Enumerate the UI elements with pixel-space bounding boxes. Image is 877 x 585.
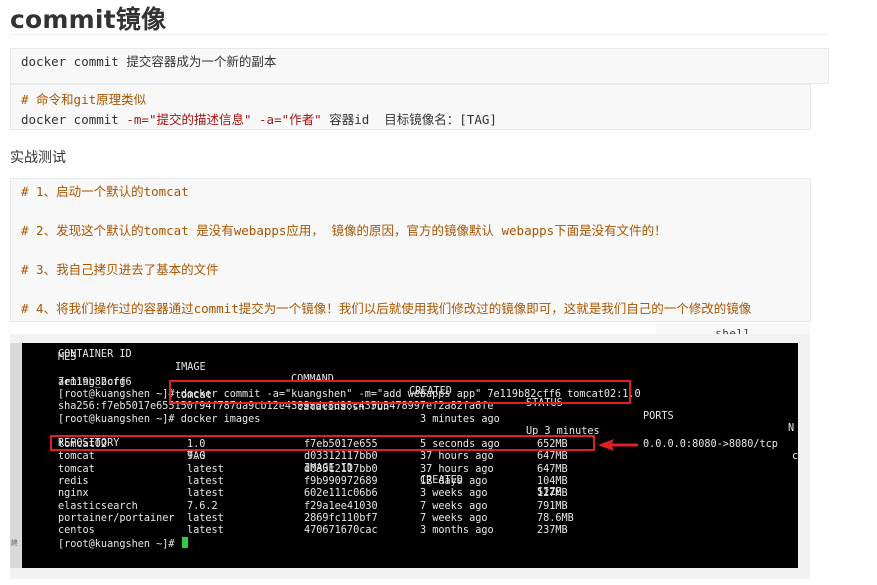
highlight-tomcat02-row [50, 435, 595, 451]
ps-col-names: N [788, 423, 795, 435]
terminal-side-strip [10, 343, 22, 568]
code-str-desc: "提交的描述信息" [148, 112, 252, 127]
code-comment-git: # 命令和git原理类似 [21, 92, 147, 107]
image-created: 12 days ago [420, 475, 488, 487]
image-tag: latest [187, 488, 224, 500]
ps-mes: MES [58, 352, 77, 363]
code-command: docker commit [21, 54, 119, 69]
code-line-1: docker commit 提交容器成为一个新的副本 [21, 54, 276, 70]
code-opt-a: -a= [259, 112, 282, 127]
image-image-id: 602e111c06b6 [304, 488, 378, 500]
image-tag: latest [187, 512, 224, 524]
image-created: 37 hours ago [420, 463, 494, 475]
side-strip-label: 終 [11, 539, 18, 547]
title-divider [10, 34, 828, 35]
final-prompt-line: [root@kuangshen ~]# [58, 537, 188, 550]
images-header-row: REPOSITORY TAG IMAGE ID CREATED SIZE [22, 426, 562, 498]
code-comment-step-1: # 1、启动一个默认的tomcat [21, 184, 189, 199]
terminal-screenshot: CONTAINER ID IMAGE COMMAND CREATED STATU… [22, 343, 798, 568]
image-created: 7 weeks ago [420, 500, 488, 512]
image-repo: tomcat [58, 463, 95, 475]
ps-created: 3 minutes ago [420, 414, 500, 426]
image-size: 104MB [537, 475, 568, 487]
image-size: 791MB [537, 500, 568, 512]
code-opt-m: -m= [126, 112, 149, 127]
image-created: 3 months ago [420, 525, 494, 537]
prompt: [root@kuangshen ~]# [58, 389, 175, 400]
image-image-id: d03312117bb0 [304, 463, 378, 475]
image-repo: portainer/portainer [58, 512, 175, 524]
image-repo: redis [58, 475, 89, 487]
image-size: 78.6MB [537, 512, 574, 524]
terminal-cursor [181, 537, 188, 548]
code-block-commit-syntax: docker commit 提交容器成为一个新的副本 [10, 48, 829, 84]
code-line-usage: docker commit -m="提交的描述信息" -a="作者" 容器id … [21, 112, 497, 128]
image-tag: latest [187, 525, 224, 537]
image-size: 647MB [537, 463, 568, 475]
image-size: 647MB [537, 451, 568, 463]
code-comment-step-2: # 2、发现这个默认的tomcat 是没有webapps应用， 镜像的原因，官方… [21, 223, 667, 238]
code-comment-step-4: # 4、将我们操作过的容器通过commit提交为一个镜像！我们以后就使用我们修改… [21, 301, 752, 316]
image-tag: 9.0 [187, 451, 206, 463]
code-block-steps: # 1、启动一个默认的tomcat # 2、发现这个默认的tomcat 是没有w… [10, 178, 811, 322]
image-repo: elasticsearch [58, 500, 138, 512]
image-tag: latest [187, 475, 224, 487]
ps-ports: 0.0.0.0:8080->8080/tcp [643, 438, 778, 450]
image-image-id: f29a1ee41030 [304, 500, 378, 512]
ps-names: c [792, 451, 798, 463]
image-image-id: 2869fc110bf7 [304, 512, 378, 524]
ps-name-arming: arming_borg [58, 377, 126, 388]
code-cmd: docker commit [21, 112, 127, 127]
images-command-line: [root@kuangshen ~]# docker images [58, 414, 260, 426]
ps-row: 7e119b82cff6 tomcat "catalina.sh run" 3 … [22, 365, 798, 462]
ps-col-ports: PORTS [643, 410, 674, 422]
image-repo: tomcat [58, 451, 95, 463]
image-size: 237MB [537, 525, 568, 537]
ps-header-row: CONTAINER ID IMAGE COMMAND CREATED STATU… [22, 343, 794, 434]
code-description: 提交容器成为一个新的副本 [118, 54, 277, 69]
ps-col-image: IMAGE [175, 361, 206, 373]
image-created: 3 weeks ago [420, 488, 488, 500]
image-tag: latest [187, 463, 224, 475]
code-str-author: "作者" [281, 112, 322, 127]
left-arrow-icon [598, 439, 638, 451]
highlight-commit-command [169, 380, 631, 404]
image-created: 7 weeks ago [420, 512, 488, 524]
image-repo: nginx [58, 488, 89, 500]
image-repo: centos [58, 525, 95, 537]
section-label: 实战测试 [10, 150, 66, 166]
code-block-commit-usage: # 命令和git原理类似 docker commit -m="提交的描述信息" … [10, 84, 811, 130]
image-size: 127MB [537, 488, 568, 500]
prompt: [root@kuangshen ~]# [58, 539, 175, 550]
image-created: 37 hours ago [420, 451, 494, 463]
image-tag: 7.6.2 [187, 500, 218, 512]
page-title: commit镜像 [10, 5, 167, 34]
image-image-id: d03312117bb0 [304, 451, 378, 463]
image-image-id: f9b990972689 [304, 475, 378, 487]
prompt: [root@kuangshen ~]# [58, 414, 175, 425]
image-image-id: 470671670cac [304, 525, 378, 537]
code-rest: 容器id 目标镜像名：[TAG] [321, 112, 497, 127]
code-comment-step-3: # 3、我自己拷贝进去了基本的文件 [21, 262, 219, 277]
images-command: docker images [180, 414, 261, 425]
